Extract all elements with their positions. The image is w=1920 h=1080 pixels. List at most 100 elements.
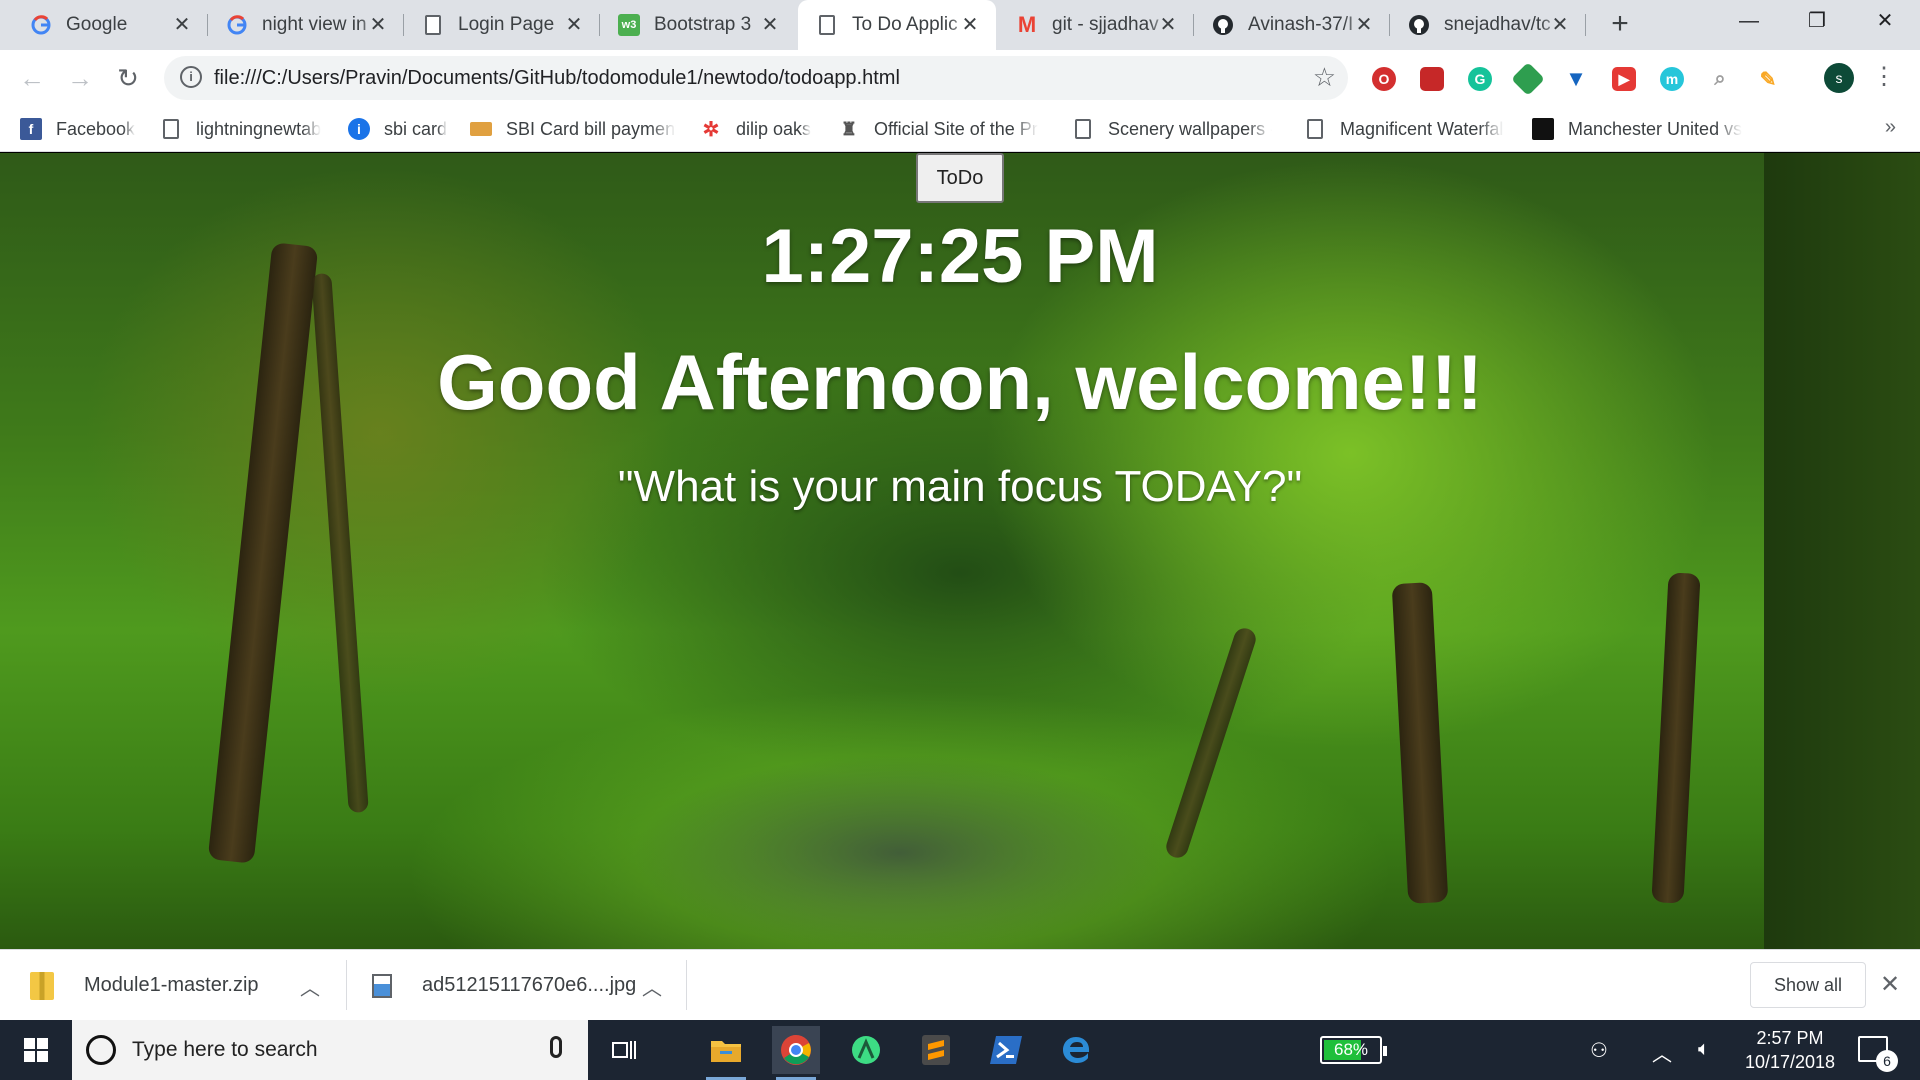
profile-avatar[interactable]: s xyxy=(1824,63,1854,93)
tab-github-snejadhav[interactable]: snejadhav/tc ✕ xyxy=(1390,0,1586,50)
video-extension-icon[interactable]: ▶ xyxy=(1612,67,1636,91)
volume-icon[interactable]: 🔈︎ xyxy=(1698,1038,1710,1061)
page-icon xyxy=(160,118,182,140)
tab-gmail[interactable]: M git - sjjadhav ✕ xyxy=(998,0,1194,50)
highlighter-extension-icon[interactable]: ✎ xyxy=(1756,67,1780,91)
background-tree xyxy=(1651,572,1701,904)
info-icon[interactable]: i xyxy=(180,66,202,88)
sublime-text-icon[interactable] xyxy=(912,1026,960,1074)
notification-count: 6 xyxy=(1876,1050,1898,1072)
bookmark-scenery-wallpapers[interactable]: Scenery wallpapers - xyxy=(1072,114,1272,144)
bookmarks-overflow-icon[interactable]: » xyxy=(1885,116,1896,139)
reload-icon[interactable]: ↻ xyxy=(110,60,146,96)
close-tab-icon[interactable]: ✕ xyxy=(562,13,586,37)
diamond-extension-icon[interactable] xyxy=(1511,62,1545,96)
tab-todo-app[interactable]: To Do Applic ✕ xyxy=(798,0,996,50)
battery-indicator[interactable]: 68% xyxy=(1320,1036,1387,1064)
tab-google[interactable]: Google ✕ xyxy=(12,0,208,50)
close-window-button[interactable]: ✕ xyxy=(1850,0,1920,44)
close-tab-icon[interactable]: ✕ xyxy=(1156,13,1180,37)
background-tree xyxy=(207,242,319,864)
forward-icon[interactable]: → xyxy=(62,60,98,96)
background-tree xyxy=(1391,582,1449,904)
edge-icon[interactable] xyxy=(1052,1026,1100,1074)
tab-night-view[interactable]: night view in ✕ xyxy=(208,0,404,50)
bookmark-star-icon[interactable]: ☆ xyxy=(1313,62,1336,93)
bookmark-dilip-oaks[interactable]: ✲ dilip oaks xyxy=(700,114,811,144)
address-bar[interactable]: i file:///C:/Users/Pravin/Documents/GitH… xyxy=(164,56,1348,100)
download-item-zip[interactable]: Module1-master.zip ︿ xyxy=(30,950,330,1021)
mercury-extension-icon[interactable]: m xyxy=(1660,67,1684,91)
microphone-icon[interactable] xyxy=(550,1036,562,1058)
android-studio-icon[interactable] xyxy=(842,1026,890,1074)
windows-taskbar: Type here to search 68% ⚇ ︿ 🔈︎ 2:57 PM 1… xyxy=(0,1020,1920,1080)
file-explorer-icon[interactable] xyxy=(702,1026,750,1080)
bookmarks-bar: f Facebook lightningnewtab i sbi card SB… xyxy=(0,106,1920,152)
image-icon xyxy=(372,973,392,998)
back-icon[interactable]: ← xyxy=(14,60,50,96)
vpn-extension-icon[interactable]: ▼ xyxy=(1564,66,1588,91)
close-tab-icon[interactable]: ✕ xyxy=(366,13,390,37)
mu-icon xyxy=(1532,118,1554,140)
bookmark-facebook[interactable]: f Facebook xyxy=(20,114,135,144)
close-tab-icon[interactable]: ✕ xyxy=(958,13,982,37)
people-icon[interactable]: ⚇ xyxy=(1590,1038,1608,1063)
chevron-up-icon[interactable]: ︿ xyxy=(300,972,320,1001)
download-item-jpg[interactable]: ad51215117670e6....jpg ︿ xyxy=(372,950,672,1021)
system-clock[interactable]: 2:57 PM 10/17/2018 xyxy=(1740,1026,1840,1074)
bookmark-lightningnewtab[interactable]: lightningnewtab xyxy=(160,114,321,144)
page-icon xyxy=(422,14,444,36)
action-center-icon[interactable]: 6 xyxy=(1858,1036,1898,1072)
emblem-icon: ♜ xyxy=(840,118,858,139)
powershell-icon[interactable] xyxy=(982,1026,1030,1074)
bookmark-manchester-united[interactable]: Manchester United vs xyxy=(1532,114,1742,144)
download-bar: Module1-master.zip ︿ ad51215117670e6....… xyxy=(0,949,1920,1020)
background-tree xyxy=(1163,625,1259,861)
minimize-button[interactable]: — xyxy=(1714,0,1784,44)
tab-bootstrap[interactable]: w3 Bootstrap 3 ✕ xyxy=(600,0,796,50)
maximize-button[interactable]: ❐ xyxy=(1782,0,1852,44)
gmail-icon: M xyxy=(1017,12,1037,37)
close-tab-icon[interactable]: ✕ xyxy=(1548,13,1572,37)
google-icon xyxy=(30,14,52,36)
bookmark-official-site[interactable]: ♜ Official Site of the Pr xyxy=(838,114,1038,144)
google-icon xyxy=(226,14,248,36)
chrome-taskbar-icon[interactable] xyxy=(772,1026,820,1080)
search-extension-icon[interactable]: ⌕ xyxy=(1708,67,1732,91)
w3schools-icon: w3 xyxy=(618,14,640,36)
facebook-icon: f xyxy=(20,118,42,140)
close-tab-icon[interactable]: ✕ xyxy=(170,13,194,37)
page-icon xyxy=(1304,118,1326,140)
chevron-up-icon[interactable]: ︿ xyxy=(1652,1038,1672,1067)
bookmark-sbi-bill-payment[interactable]: SBI Card bill payment xyxy=(470,114,676,144)
zip-icon xyxy=(30,971,54,1000)
url-text[interactable]: file:///C:/Users/Pravin/Documents/GitHub… xyxy=(214,67,900,90)
opera-extension-icon[interactable]: O xyxy=(1372,67,1396,91)
chevron-up-icon[interactable]: ︿ xyxy=(642,972,662,1001)
flower-icon: ✲ xyxy=(702,118,720,141)
cortana-icon xyxy=(86,1035,116,1065)
new-tab-button[interactable]: + xyxy=(1603,8,1637,42)
todo-button[interactable]: ToDo xyxy=(916,153,1004,203)
tab-login-page[interactable]: Login Page ✕ xyxy=(404,0,600,50)
chrome-menu-icon[interactable]: ⋮ xyxy=(1872,62,1896,94)
greeting-heading: Good Afternoon, welcome!!! xyxy=(437,338,1483,426)
clock-display: 1:27:25 PM xyxy=(761,214,1159,299)
close-tab-icon[interactable]: ✕ xyxy=(1352,13,1376,37)
tab-github-avinash[interactable]: Avinash-37/I ✕ xyxy=(1194,0,1390,50)
bookmark-extension-icon[interactable] xyxy=(1420,67,1444,91)
close-download-bar-icon[interactable]: ✕ xyxy=(1880,970,1900,999)
card-icon xyxy=(470,122,492,136)
bookmark-magnificent-waterfall[interactable]: Magnificent Waterfall xyxy=(1304,114,1504,144)
browser-toolbar: ← → ↻ i file:///C:/Users/Pravin/Document… xyxy=(0,50,1920,106)
close-tab-icon[interactable]: ✕ xyxy=(758,13,782,37)
page-icon xyxy=(1072,118,1094,140)
windows-start-icon[interactable] xyxy=(0,1020,72,1080)
bookmark-sbi-card[interactable]: i sbi card xyxy=(348,114,447,144)
show-all-button[interactable]: Show all xyxy=(1750,962,1866,1008)
grammarly-icon[interactable]: G xyxy=(1468,67,1492,91)
task-view-icon[interactable] xyxy=(600,1026,648,1074)
taskbar-search-box[interactable]: Type here to search xyxy=(72,1020,588,1080)
focus-prompt: "What is your main focus TODAY?" xyxy=(617,462,1303,511)
sbi-icon: i xyxy=(348,118,370,140)
